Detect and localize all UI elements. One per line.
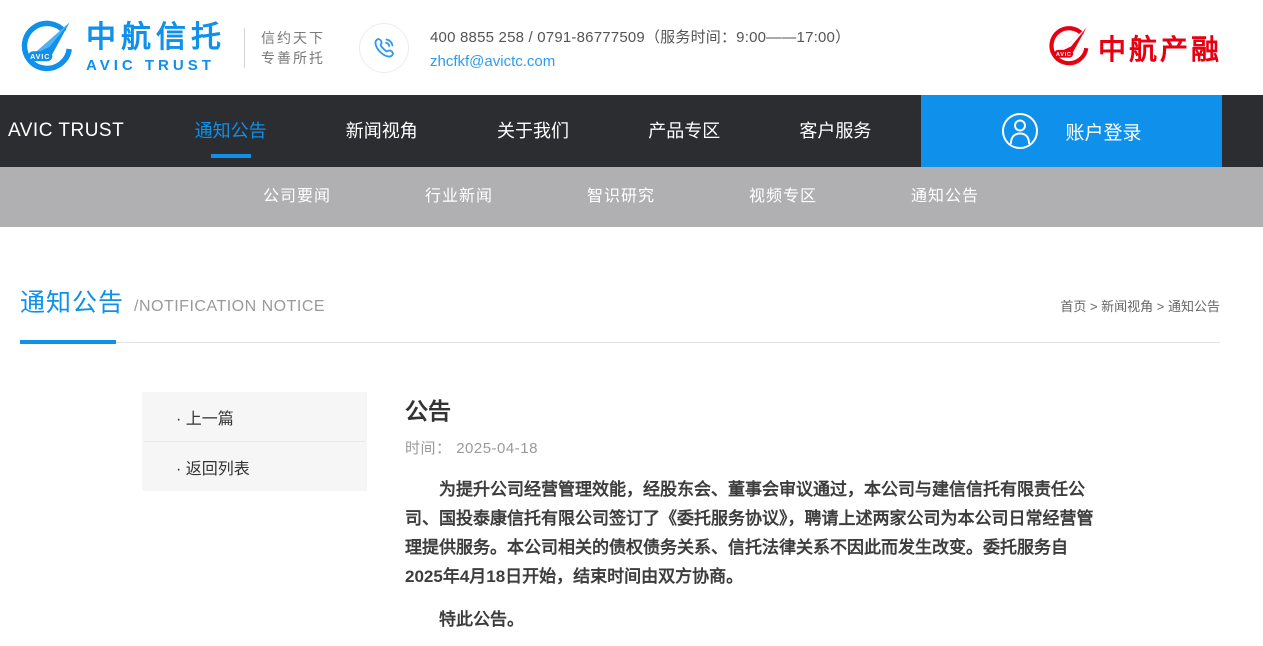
avic-red-roundel-icon: AVIC: [1048, 24, 1090, 71]
logo-wordmark: 中航信托 AVIC TRUST: [86, 20, 226, 74]
page-title-en: /NOTIFICATION NOTICE: [134, 298, 326, 315]
article-paragraph: 特此公告。: [439, 610, 524, 629]
article-date-value: 2025-04-18: [456, 440, 538, 457]
article-layout: · 上一篇 · 返回列表 公告 时间： 2025-04-18 为提升公司经营管理…: [20, 392, 1220, 646]
article-side-nav: · 上一篇 · 返回列表: [142, 392, 367, 491]
subnav-item-notices[interactable]: 通知公告: [864, 167, 1026, 227]
nav-item-news[interactable]: 新闻视角: [306, 95, 457, 167]
partner-logo-text: 中航产融: [1097, 33, 1222, 65]
phone-icon: [374, 37, 394, 57]
nav-item-about[interactable]: 关于我们: [457, 95, 608, 167]
page-head: 通知公告 /NOTIFICATION NOTICE 首页 > 新闻视角 > 通知…: [20, 227, 1220, 319]
svg-text:AVIC: AVIC: [1056, 52, 1072, 58]
article-date-label: 时间：: [405, 440, 452, 457]
slogan-line1: 信约天下: [261, 29, 325, 46]
nav-item-products[interactable]: 产品专区: [609, 95, 760, 167]
article-title: 公告: [405, 398, 451, 424]
avic-roundel-icon: AVIC: [20, 18, 74, 77]
announcement-article: 公告 时间： 2025-04-18 为提升公司经营管理效能，经股东会、董事会审议…: [405, 392, 1095, 646]
contact-email-link[interactable]: zhcfkf@avictc.com: [430, 53, 850, 70]
phone-circle: [359, 22, 409, 73]
title-rule: [20, 340, 1220, 344]
nav-item-notices[interactable]: 通知公告: [155, 95, 306, 167]
article-paragraph: 为提升公司经营管理效能，经股东会、董事会审议通过，本公司与建信信托有限责任公司、…: [405, 480, 1094, 586]
slogan: 信约天下 专善所托: [261, 28, 325, 68]
title-rule-accent: [20, 340, 116, 344]
nav-brand-text: AVIC TRUST: [8, 120, 125, 141]
svg-text:AVIC: AVIC: [30, 52, 50, 61]
subnav-item-research[interactable]: 智识研究: [540, 167, 702, 227]
previous-article-link[interactable]: · 上一篇: [142, 392, 367, 441]
article-body: 为提升公司经营管理效能，经股东会、董事会审议通过，本公司与建信信托有限责任公司、…: [405, 475, 1095, 646]
account-login-button[interactable]: 账户登录: [921, 95, 1222, 167]
subnav-items: 公司要闻 行业新闻 智识研究 视频专区 通知公告: [216, 167, 1026, 227]
avic-trust-logo[interactable]: AVIC 中航信托 AVIC TRUST: [20, 18, 226, 77]
article-date: 时间： 2025-04-18: [405, 437, 1095, 458]
main-navigation: AVIC TRUST 通知公告 新闻视角 关于我们 产品专区 客户服务 账户登录: [0, 95, 1263, 167]
header-divider: [244, 27, 245, 68]
contact-block: 400 8855 258 / 0791-86777509（服务时间：9:00——…: [359, 22, 851, 73]
secondary-navigation: 公司要闻 行业新闻 智识研究 视频专区 通知公告: [0, 167, 1263, 227]
logo-english-name: AVIC TRUST: [86, 56, 215, 74]
nav-item-customer-service[interactable]: 客户服务: [760, 95, 911, 167]
subnav-item-video[interactable]: 视频专区: [702, 167, 864, 227]
account-login-label: 账户登录: [1065, 122, 1142, 144]
title-rule-line: [20, 342, 1220, 343]
slogan-line2: 专善所托: [261, 49, 325, 66]
subnav-item-company-news[interactable]: 公司要闻: [216, 167, 378, 227]
user-icon: [1001, 112, 1039, 150]
site-header: AVIC 中航信托 AVIC TRUST 信约天下 专善所托 400 8855 …: [0, 0, 1263, 95]
page-content: 通知公告 /NOTIFICATION NOTICE 首页 > 新闻视角 > 通知…: [0, 227, 1263, 646]
page-title: 通知公告: [20, 289, 125, 317]
logo-chinese-name: 中航信托: [86, 20, 226, 54]
nav-items: 通知公告 新闻视角 关于我们 产品专区 客户服务: [155, 95, 911, 167]
back-to-list-link[interactable]: · 返回列表: [142, 442, 367, 491]
subnav-item-industry-news[interactable]: 行业新闻: [378, 167, 540, 227]
breadcrumb[interactable]: 首页 > 新闻视角 > 通知公告: [1060, 296, 1220, 315]
service-phone-line: 400 8855 258 / 0791-86777509（服务时间：9:00——…: [430, 28, 851, 46]
avic-industry-finance-logo[interactable]: AVIC 中航产融: [1048, 24, 1222, 71]
